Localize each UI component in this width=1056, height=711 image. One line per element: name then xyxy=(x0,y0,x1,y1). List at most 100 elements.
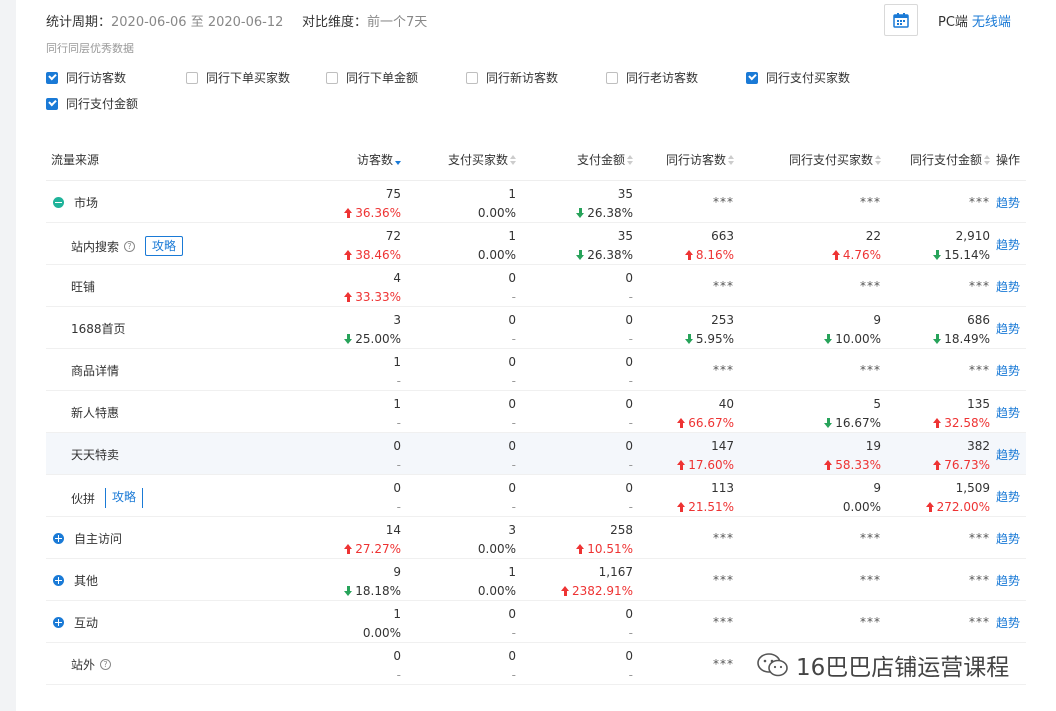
arrow-up-icon xyxy=(824,460,833,470)
metric-cell: 147 17.60% xyxy=(677,437,734,475)
expand-icon[interactable] xyxy=(53,533,64,544)
calendar-button[interactable] xyxy=(884,4,918,36)
metric-cell: 35 26.38% xyxy=(576,227,633,265)
metric-value: 686 xyxy=(967,313,990,327)
col-header-pay-buyers[interactable]: 支付买家数 xyxy=(448,151,516,168)
col-header-peer-pay-buyers[interactable]: 同行支付买家数 xyxy=(789,151,881,168)
row-source-name: 其他 xyxy=(53,572,98,589)
metric-value: 0 xyxy=(393,481,401,495)
masked-value: *** xyxy=(969,195,990,209)
col-header-peer-pay-amount-label: 同行支付金额 xyxy=(909,153,982,167)
trend-link[interactable]: 趋势 xyxy=(996,530,1020,547)
metric-value: 135 xyxy=(967,397,990,411)
metric-change-text: 66.67% xyxy=(688,416,734,430)
collapse-icon[interactable] xyxy=(53,197,64,208)
metric-value: 0 xyxy=(625,607,633,621)
table-row: 市场 75 36.36% 1 0.00% 35 26.38% *** *** *** 趋势 xyxy=(46,181,1026,223)
help-icon[interactable]: ? xyxy=(100,659,112,670)
col-header-pay-amount[interactable]: 支付金额 xyxy=(577,151,633,168)
peer-checkbox-4[interactable]: 同行老访客数 xyxy=(606,69,698,86)
checkbox-unchecked-icon[interactable] xyxy=(326,71,338,84)
arrow-up-icon xyxy=(344,292,353,302)
metric-change-text: - xyxy=(511,668,516,682)
peer-checkbox-1[interactable]: 同行下单买家数 xyxy=(186,69,290,86)
trend-link[interactable]: 趋势 xyxy=(996,488,1020,505)
stat-period-value[interactable]: 2020-06-06 至 2020-06-12 xyxy=(111,15,283,30)
metric-change-text: 10.00% xyxy=(835,332,881,346)
checkbox-unchecked-icon[interactable] xyxy=(186,71,198,84)
metric-cell: 1- xyxy=(393,353,401,391)
metric-change: 0.00% xyxy=(363,624,401,643)
metric-change-text: - xyxy=(511,416,516,430)
arrow-down-icon xyxy=(933,334,942,344)
trend-link[interactable]: 趋势 xyxy=(996,236,1020,253)
peer-checkbox-6[interactable]: 同行支付金额 xyxy=(46,95,138,112)
guide-tag-button[interactable]: 攻略 xyxy=(145,236,184,256)
metric-change-text: - xyxy=(511,626,516,640)
trend-link[interactable]: 趋势 xyxy=(996,362,1020,379)
peer-checkbox-5[interactable]: 同行支付买家数 xyxy=(746,69,850,86)
metric-cell: 19 58.33% xyxy=(824,437,881,475)
arrow-up-icon xyxy=(933,460,942,470)
metric-change-text: 16.67% xyxy=(835,416,881,430)
trend-link[interactable]: 趋势 xyxy=(996,404,1020,421)
row-source-name: 商品详情 xyxy=(71,362,119,379)
arrow-down-icon xyxy=(933,250,942,260)
metric-value: 35 xyxy=(617,187,633,201)
metric-cell: 2,910 15.14% xyxy=(933,227,990,265)
col-header-peer-pay-amount[interactable]: 同行支付金额 xyxy=(910,151,990,168)
col-header-peer-pay-buyers-label: 同行支付买家数 xyxy=(788,153,873,167)
table-row: 1688首页 3 25.00% 0-0-253 5.95% 9 10.00% 686 18.49… xyxy=(46,307,1026,349)
peer-checkbox-0[interactable]: 同行访客数 xyxy=(46,69,126,86)
metric-change-text: - xyxy=(396,416,401,430)
checkbox-checked-icon[interactable] xyxy=(46,97,58,110)
metric-change-text: 2382.91% xyxy=(571,584,633,598)
metric-value: 1 xyxy=(393,607,401,621)
filter-bar: 统计周期：2020-06-06 至 2020-06-12 对比维度：前一个7天 … xyxy=(16,0,1056,42)
col-header-visitors[interactable]: 访客数 xyxy=(357,151,401,168)
device-pc-option[interactable]: PC端 xyxy=(938,15,968,30)
checkbox-checked-icon[interactable] xyxy=(46,71,58,84)
metric-change: - xyxy=(393,456,401,475)
metric-change-text: - xyxy=(628,374,633,388)
metric-cell: 22 4.76% xyxy=(831,227,881,265)
trend-link[interactable]: 趋势 xyxy=(996,278,1020,295)
metric-value: 1 xyxy=(508,229,516,243)
peer-checkbox-3[interactable]: 同行新访客数 xyxy=(466,69,558,86)
metric-change-text: 26.38% xyxy=(587,206,633,220)
metric-value: 258 xyxy=(610,523,633,537)
checkbox-checked-icon[interactable] xyxy=(746,71,758,84)
metric-cell: 0- xyxy=(625,311,633,349)
metric-change-text: - xyxy=(511,374,516,388)
masked-value: *** xyxy=(713,531,734,545)
arrow-down-icon xyxy=(576,250,585,260)
peer-checkbox-2[interactable]: 同行下单金额 xyxy=(326,69,418,86)
help-icon[interactable]: ? xyxy=(124,240,136,252)
col-header-peer-visitors[interactable]: 同行访客数 xyxy=(666,151,734,168)
table-row: 新人特惠 1-0-0-40 66.67% 5 16.67% 135 32.58% 趋势 xyxy=(46,391,1026,433)
trend-link[interactable]: 趋势 xyxy=(996,446,1020,463)
metric-change: - xyxy=(625,414,633,433)
metric-change: 10.00% xyxy=(824,330,881,349)
compare-value[interactable]: 前一个7天 xyxy=(367,15,427,30)
metric-cell: 0- xyxy=(508,605,516,643)
device-wireless-option[interactable]: 无线端 xyxy=(972,15,1011,30)
expand-icon[interactable] xyxy=(53,575,64,586)
expand-icon[interactable] xyxy=(53,617,64,628)
metric-cell: 0- xyxy=(508,647,516,685)
arrow-down-icon xyxy=(576,208,585,218)
metric-cell: 1 0.00% xyxy=(478,563,516,601)
trend-link[interactable]: 趋势 xyxy=(996,572,1020,589)
trend-link[interactable]: 趋势 xyxy=(996,614,1020,631)
trend-link[interactable]: 趋势 xyxy=(996,320,1020,337)
metric-cell: 663 8.16% xyxy=(684,227,734,265)
metric-change-text: 38.46% xyxy=(355,248,401,262)
guide-tag-button[interactable]: 攻略 xyxy=(105,488,144,508)
metric-change-text: 32.58% xyxy=(944,416,990,430)
traffic-source-table: 流量来源 访客数 支付买家数 支付金额 同行访客数 同行支付买家数 同行支付金额… xyxy=(46,138,1026,685)
metric-change: - xyxy=(393,498,401,517)
checkbox-unchecked-icon[interactable] xyxy=(606,71,618,84)
metric-change: - xyxy=(508,288,516,307)
checkbox-unchecked-icon[interactable] xyxy=(466,71,478,84)
trend-link[interactable]: 趋势 xyxy=(996,194,1020,211)
